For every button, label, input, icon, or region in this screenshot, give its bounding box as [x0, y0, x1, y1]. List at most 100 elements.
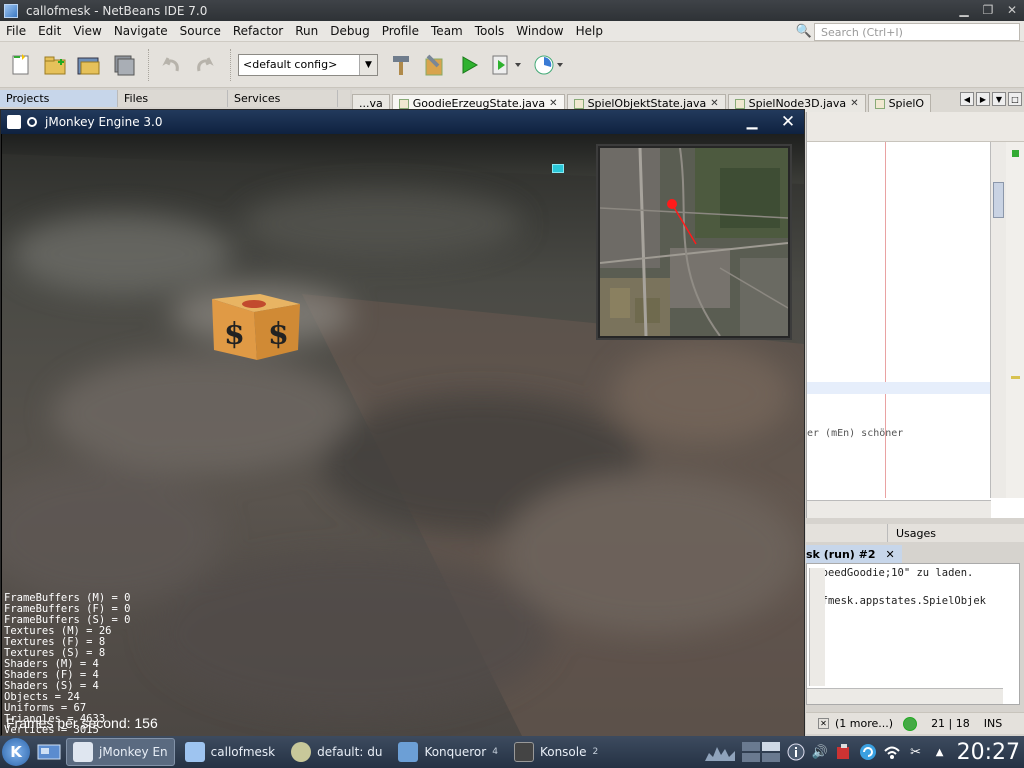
- tray-expand-icon[interactable]: ▲: [931, 743, 949, 761]
- tab-usages[interactable]: Usages: [888, 527, 936, 540]
- cpu-monitor-icon[interactable]: [704, 743, 735, 761]
- netbeans-app-icon: [4, 3, 18, 18]
- scroll-right-icon[interactable]: ▶: [976, 92, 990, 106]
- minimize-icon[interactable]: ▁: [956, 2, 972, 18]
- jmonkey-titlebar[interactable]: jMonkey Engine 3.0 ▁ ✕: [1, 110, 804, 134]
- restore-icon[interactable]: ❐: [980, 2, 996, 18]
- show-desktop-icon[interactable]: [36, 740, 62, 764]
- run-icon[interactable]: [454, 50, 484, 80]
- volume-icon[interactable]: 🔊: [811, 743, 829, 761]
- code-editor[interactable]: er (mEn) schöner: [806, 112, 1024, 518]
- output-horizontal-scrollbar[interactable]: [807, 688, 1003, 704]
- clean-build-icon[interactable]: [420, 50, 450, 80]
- close-tab-icon[interactable]: ✕: [710, 98, 718, 109]
- maximize-icon[interactable]: □: [1008, 92, 1022, 106]
- kde-menu-icon[interactable]: K: [2, 738, 30, 766]
- undo-icon[interactable]: [156, 50, 186, 80]
- menu-file[interactable]: File: [0, 24, 32, 38]
- menu-debug[interactable]: Debug: [324, 24, 375, 38]
- close-icon[interactable]: ✕: [778, 112, 798, 132]
- task-jmonkey[interactable]: jMonkey En: [66, 738, 175, 766]
- menu-profile[interactable]: Profile: [376, 24, 425, 38]
- konsole-window-count: 2: [592, 747, 599, 757]
- jmonkey-task-icon: [73, 742, 93, 762]
- tab-list-icon[interactable]: ▼: [992, 92, 1006, 106]
- game-viewport[interactable]: $ $ FrameBuffers (M) = 0 FrameBuffers (F…: [2, 134, 804, 736]
- menu-refactor[interactable]: Refactor: [227, 24, 289, 38]
- output-console[interactable]: :SpeedGoodie;10" zu laden. lofmesk.appst…: [806, 563, 1020, 705]
- main-toolbar: <default config> ▼: [0, 42, 1024, 88]
- jmonkey-window: jMonkey Engine 3.0 ▁ ✕ $ $ FrameBuffers …: [0, 109, 805, 736]
- debug-icon[interactable]: [488, 50, 526, 80]
- warning-mark[interactable]: [1011, 376, 1020, 379]
- chevron-down-icon[interactable]: ▼: [359, 54, 377, 75]
- wifi-icon[interactable]: [883, 743, 901, 761]
- output-tab[interactable]: sk (run) #2 ✕: [806, 545, 902, 563]
- scrollbar-thumb[interactable]: [993, 182, 1004, 218]
- update-icon[interactable]: [859, 743, 877, 761]
- hidden-tab: [806, 524, 888, 542]
- scroll-left-icon[interactable]: ◀: [960, 92, 974, 106]
- search-icon[interactable]: 🔍: [794, 24, 814, 39]
- keep-above-icon[interactable]: [27, 117, 37, 127]
- clock[interactable]: 20:27: [957, 740, 1020, 765]
- close-icon[interactable]: ✕: [1004, 2, 1020, 18]
- close-tab-icon[interactable]: ✕: [549, 98, 557, 109]
- menu-tools[interactable]: Tools: [469, 24, 511, 38]
- fps-counter: Frames per second: 156: [6, 715, 158, 731]
- minimize-icon[interactable]: ▁: [742, 112, 762, 132]
- open-project-icon[interactable]: [74, 50, 104, 80]
- task-netbeans[interactable]: callofmesk: [179, 738, 281, 766]
- build-hammer-icon[interactable]: [386, 50, 416, 80]
- pager-icon[interactable]: [741, 742, 781, 762]
- profile-icon[interactable]: [530, 50, 568, 80]
- task-konqueror[interactable]: Konqueror 4: [392, 738, 504, 766]
- save-all-icon[interactable]: [108, 50, 138, 80]
- editor-horizontal-scrollbar[interactable]: [807, 500, 991, 518]
- menu-team[interactable]: Team: [425, 24, 469, 38]
- info-icon[interactable]: [787, 743, 805, 761]
- editor-vertical-scrollbar[interactable]: [990, 142, 1006, 498]
- tab-projects[interactable]: Projects: [0, 90, 118, 107]
- tab-files[interactable]: Files: [118, 90, 228, 107]
- system-tray: 🔊 ✂ ▲ 20:27: [704, 736, 1020, 768]
- quick-search: 🔍 Search (Ctrl+I): [794, 22, 1020, 41]
- status-more-link[interactable]: (1 more...): [835, 717, 893, 730]
- redo-icon[interactable]: [190, 50, 220, 80]
- right-margin-line: [885, 142, 886, 498]
- minimap-satellite: [600, 148, 788, 336]
- editor-tab-nav: ◀ ▶ ▼ □: [960, 92, 1022, 106]
- caret-position: 21 | 18: [931, 717, 970, 730]
- power-icon[interactable]: [835, 743, 853, 761]
- task-default[interactable]: default: du: [285, 738, 388, 766]
- minimap-player-marker: [667, 199, 677, 209]
- menu-source[interactable]: Source: [174, 24, 227, 38]
- clipboard-scissors-icon[interactable]: ✂: [907, 743, 925, 761]
- notification-close-icon[interactable]: ✕: [818, 718, 829, 729]
- window-menu-icon[interactable]: [7, 115, 21, 129]
- menu-window[interactable]: Window: [510, 24, 569, 38]
- output-vertical-scrollbar[interactable]: [809, 568, 825, 686]
- menu-view[interactable]: View: [67, 24, 107, 38]
- config-value: <default config>: [243, 58, 338, 71]
- new-file-icon[interactable]: [6, 50, 36, 80]
- editor-tab[interactable]: SpielO: [867, 94, 932, 112]
- config-select[interactable]: <default config> ▼: [238, 53, 378, 76]
- close-tab-icon[interactable]: ✕: [850, 98, 858, 109]
- menu-run[interactable]: Run: [289, 24, 324, 38]
- menu-navigate[interactable]: Navigate: [108, 24, 174, 38]
- konsole-task-icon: [513, 742, 534, 762]
- search-input[interactable]: Search (Ctrl+I): [814, 22, 1020, 41]
- tab-services[interactable]: Services: [228, 90, 338, 107]
- task-progress-icon[interactable]: [903, 716, 918, 731]
- close-tab-icon[interactable]: ✕: [886, 548, 895, 561]
- error-stripe[interactable]: [1006, 142, 1024, 498]
- menu-edit[interactable]: Edit: [32, 24, 67, 38]
- task-konsole[interactable]: Konsole 2: [508, 738, 604, 766]
- menu-help[interactable]: Help: [570, 24, 609, 38]
- toolbar-separator: [148, 48, 150, 81]
- minimap: [596, 144, 792, 340]
- default-task-icon: [291, 742, 312, 762]
- new-project-icon[interactable]: [40, 50, 70, 80]
- crate-dollar-sign: $: [224, 317, 245, 352]
